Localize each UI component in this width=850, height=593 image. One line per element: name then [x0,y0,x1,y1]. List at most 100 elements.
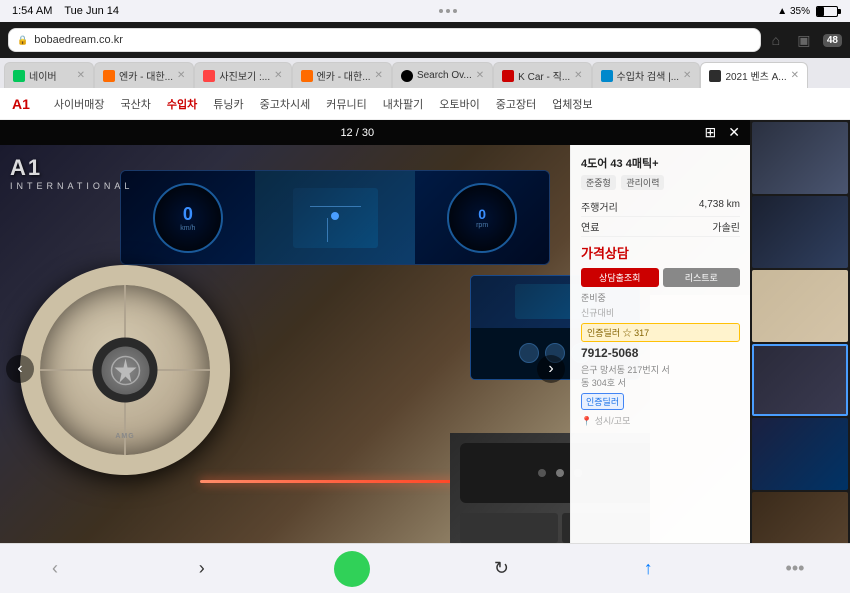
inquiry-button[interactable]: 상담출조회 [581,268,659,287]
viewer-icons: ⊞ ✕ [705,124,740,141]
home-icon[interactable]: ⌂ [767,31,785,49]
phone-number[interactable]: 7912-5068 [581,346,740,360]
tab-close-enkaar1[interactable]: ✕ [177,70,185,81]
battery-icon [816,6,838,17]
tab-benz21[interactable]: 2021 벤츠 A... ✕ [700,62,808,88]
tabs-bar: 네이버 ✕ 엔카 - 대한... ✕ 사진보기 :... ✕ 엔카 - 대한..… [0,58,850,88]
tab-close-import[interactable]: ✕ [683,70,691,81]
car-tags: 준중형 관리이력 [581,175,740,193]
tab-close-kojin[interactable]: ✕ [274,70,282,81]
instrument-cluster: 0 km/h [120,170,550,265]
car-title: 4도어 43 4매틱+ [581,155,740,171]
tab-label-import: 수입차 검색 |... [617,68,680,83]
tab-naver[interactable]: 네이버 ✕ [4,62,94,88]
nav-bike[interactable]: 오토바이 [439,96,479,112]
grid-icon[interactable]: ⊞ [705,124,717,141]
tabs-icon[interactable]: ▣ [795,31,813,49]
price-value: 가격상담 [581,246,629,261]
favicon-enkaar2 [301,70,313,82]
mileage-label: 주행거리 [581,199,618,214]
status-right: ▲ 35% [777,6,838,17]
tab-close-search[interactable]: ✕ [476,70,484,81]
browser-toolbar: 🔒 bobaedream.co.kr ⌂ ▣ 48 [0,22,850,58]
nav-tuning[interactable]: 튜닝카 [213,96,243,112]
tab-enkaar1[interactable]: 엔카 - 대한... ✕ [94,62,194,88]
gallery-next-button[interactable]: › [537,355,565,383]
status-row: 준비중 [581,291,740,304]
back-button[interactable]: ‹ [40,554,70,584]
close-icon[interactable]: ✕ [728,124,740,141]
location-text: 성시/고모 [595,416,631,426]
tab-close-kcar[interactable]: ✕ [574,70,582,81]
lock-icon: 🔒 [17,35,28,46]
right-thumb-4[interactable] [752,344,848,416]
right-thumb-2[interactable] [752,196,848,268]
mileage-value: 4,738 km [699,199,740,214]
tab-search[interactable]: Search Ov... ✕ [392,62,493,88]
tab-count-badge[interactable]: 48 [823,34,842,47]
main-viewer: 12 / 30 ⊞ ✕ A1 INTERNATIONAL [0,120,750,593]
url-text: bobaedream.co.kr [34,34,123,46]
nav-domestic[interactable]: 국산차 [121,96,151,112]
nav-company[interactable]: 업체정보 [552,96,592,112]
time: 1:54 AM [12,5,52,17]
cert-badge-1: 인증딜러 [581,393,624,410]
status-bar: 1:54 AM Tue Jun 14 ▲ 35% [0,0,850,22]
tab-kojin[interactable]: 사진보기 :... ✕ [194,62,291,88]
nav-price[interactable]: 중고차시세 [260,96,311,112]
tab-close-naver[interactable]: ✕ [77,70,85,81]
list-button[interactable]: 리스트로 [663,268,741,287]
favicon-mercedes [401,70,413,82]
tab-label-naver: 네이버 [29,68,73,83]
gallery-area: 12 / 30 ⊞ ✕ A1 INTERNATIONAL [0,120,850,593]
address-bar[interactable]: 🔒 bobaedream.co.kr [8,28,761,52]
next-text: 신규대비 [581,308,614,318]
dealer-rating: ☆ [623,328,635,338]
tab-enkaar2[interactable]: 엔카 - 대한... ✕ [292,62,392,88]
fuel-value: 가솔린 [712,219,740,234]
nav-saibeo[interactable]: 사이버매장 [54,96,105,112]
right-thumb-1[interactable] [752,122,848,194]
home-button[interactable] [334,551,370,587]
nav-sell[interactable]: 내차팔기 [383,96,423,112]
dealer-badge: 인증딜러 ☆ 317 [581,323,740,342]
company-logo-overlay: A1 INTERNATIONAL [10,155,133,191]
favicon-naver [13,70,25,82]
gallery-prev-button[interactable]: ‹ [6,355,34,383]
right-thumb-5[interactable] [752,418,848,490]
location-icon: 📍 [581,416,592,426]
share-button[interactable]: ↑ [633,554,663,584]
address-line1: 은구 망서동 217번지 서 [581,364,740,377]
tab-label-enkaar1: 엔카 - 대한... [119,68,173,83]
tab-close-benz21[interactable]: ✕ [791,70,799,81]
next-row: 신규대비 [581,306,740,319]
cert-badges: 인증딜러 [581,393,740,410]
tab-label-enkaar2: 엔카 - 대한... [317,68,371,83]
tab-close-enkaar2[interactable]: ✕ [375,70,383,81]
forward-button[interactable]: › [187,554,217,584]
price-section: 가격상담 [581,243,740,262]
fuel-label: 연료 [581,219,599,234]
tab-import[interactable]: 수입차 검색 |... ✕ [592,62,701,88]
browser-bottom-bar: ‹ › ↻ ↑ ••• [0,543,850,593]
car-subtitle-text: 4도어 43 4매틱+ [581,158,659,170]
detail-fuel: 연료 가솔린 [581,217,740,237]
favicon-benz21 [709,70,721,82]
main-image-container: A1 INTERNATIONAL 0 km/h [0,145,750,593]
dots-menu [439,9,457,13]
refresh-button[interactable]: ↻ [486,554,516,584]
tab-kcar[interactable]: K Car - 직... ✕ [493,62,591,88]
nav-community[interactable]: 커뮤니티 [326,96,366,112]
tag-record: 관리이력 [621,175,664,190]
address-line2: 동 304호 서 [581,377,740,390]
right-thumb-3[interactable] [752,270,848,342]
steering-wheel: AMG [20,265,250,495]
nav-market[interactable]: 중고장터 [496,96,536,112]
more-button[interactable]: ••• [780,554,810,584]
tab-label-search: Search Ov... [417,70,472,81]
info-panel: 4도어 43 4매틱+ 준중형 관리이력 주행거리 4,738 km 연료 [570,145,750,593]
website: A1 사이버매장 국산차 수입차 튜닝카 중고차시세 커뮤니티 내차팔기 오토바… [0,88,850,593]
nav-import[interactable]: 수입차 [167,96,197,112]
gallery-counter: 12 / 30 [10,127,705,139]
location-row: 📍 성시/고모 [581,414,740,427]
